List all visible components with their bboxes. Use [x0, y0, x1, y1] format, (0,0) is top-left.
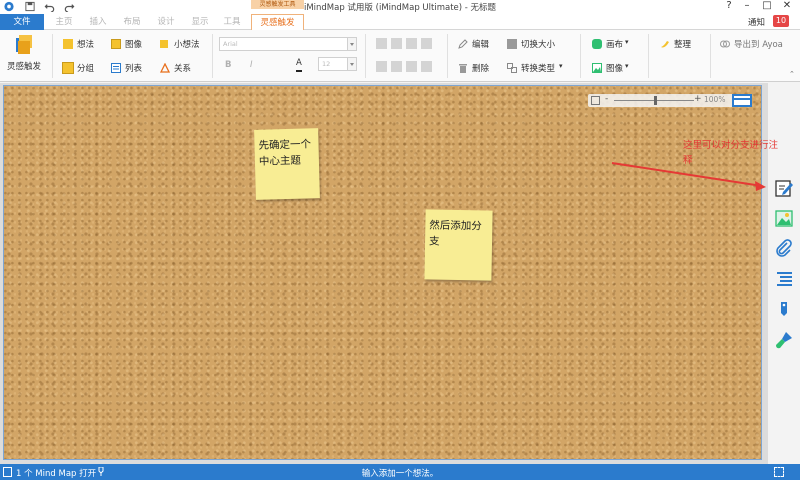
- list-label: 列表: [125, 64, 143, 74]
- shape-rect-icon[interactable]: [376, 61, 387, 72]
- status-hint: 输入添加一个想法。: [361, 469, 439, 479]
- small-idea-icon: [160, 40, 168, 48]
- minimize-button[interactable]: –: [740, 0, 754, 12]
- collapse-ribbon-icon[interactable]: ⌃: [789, 70, 795, 78]
- imindmap-window: 灵感触发工具 iMindMap 试用版 (iMindMap Ultimate) …: [0, 0, 800, 480]
- layout-view-icon[interactable]: [732, 94, 752, 107]
- canvas-frame: - + 100% 先确定一个中心主题 然后添加分支: [0, 83, 768, 464]
- corkboard-canvas[interactable]: - + 100% 先确定一个中心主题 然后添加分支: [3, 85, 762, 460]
- shape-cloud-icon[interactable]: [421, 61, 432, 72]
- bold-button[interactable]: B: [225, 60, 231, 74]
- maximize-button[interactable]: □: [760, 0, 774, 12]
- tab-insert[interactable]: 插入: [86, 14, 110, 30]
- image-idea-icon: [111, 39, 121, 49]
- ayoa-icon: [720, 40, 730, 48]
- task-list-icon[interactable]: [774, 269, 794, 289]
- convert-icon: [507, 63, 517, 73]
- notifications-badge[interactable]: 10: [773, 15, 789, 27]
- image-label: 图像: [125, 40, 143, 50]
- tab-brainstorm[interactable]: 灵感触发: [251, 14, 304, 31]
- help-button[interactable]: ?: [722, 0, 736, 12]
- fit-to-screen-icon[interactable]: [591, 96, 600, 105]
- font-color-button[interactable]: A: [296, 58, 302, 72]
- italic-button[interactable]: I: [250, 60, 253, 74]
- small-idea-label: 小想法: [174, 40, 200, 50]
- tag-icon[interactable]: [774, 299, 794, 319]
- organize-label: 整理: [674, 40, 692, 50]
- tab-file[interactable]: 文件: [0, 14, 44, 30]
- chevron-down-icon[interactable]: [347, 38, 356, 50]
- canvas-icon: [592, 39, 602, 49]
- font-size-value: 12: [322, 60, 331, 68]
- align-center-icon[interactable]: [391, 38, 402, 49]
- toggle-size-icon: [507, 39, 517, 49]
- zoom-slider-handle[interactable]: [654, 96, 657, 105]
- fullscreen-icon[interactable]: [774, 467, 784, 477]
- chevron-down-icon: ▾: [559, 62, 563, 70]
- sticky-notes-icon: [16, 35, 32, 54]
- zoom-in-button[interactable]: +: [694, 94, 702, 104]
- tab-layout[interactable]: 布局: [120, 14, 144, 30]
- align-left-icon[interactable]: [376, 38, 387, 49]
- pencil-icon: [458, 39, 468, 49]
- shape-ellipse-icon[interactable]: [406, 61, 417, 72]
- ribbon-divider: [648, 34, 649, 78]
- font-size-select[interactable]: 12: [318, 57, 357, 71]
- canvas-label: 画布: [606, 40, 624, 50]
- sticky-note[interactable]: 先确定一个中心主题: [254, 128, 320, 200]
- notifications-label[interactable]: 通知: [748, 16, 765, 28]
- ribbon-divider: [447, 34, 448, 78]
- chevron-down-icon: ▾: [625, 62, 629, 70]
- ribbon-divider: [580, 34, 581, 78]
- tab-design[interactable]: 设计: [154, 14, 178, 30]
- list-icon: [111, 63, 121, 73]
- tab-home[interactable]: 主页: [52, 14, 76, 30]
- window-title: iMindMap 试用版 (iMindMap Ultimate) - 无标题: [303, 3, 497, 13]
- paint-brush-icon[interactable]: [774, 330, 794, 350]
- toggle-size-label: 切换大小: [521, 40, 556, 50]
- align-justify-icon[interactable]: [421, 38, 432, 49]
- tab-tools[interactable]: 工具: [220, 14, 244, 30]
- annotation-text: 这里可以对分支进行注释: [683, 140, 779, 166]
- close-button[interactable]: ✕: [780, 0, 794, 12]
- notes-edit-icon[interactable]: [774, 178, 794, 198]
- export-ayoa-label: 导出到 Ayoa: [734, 40, 783, 50]
- ribbon-divider: [365, 34, 366, 78]
- ribbon-divider: [52, 34, 53, 78]
- chevron-down-icon[interactable]: [347, 58, 356, 70]
- image-icon[interactable]: [774, 208, 794, 228]
- convert-type-label: 转换类型: [521, 64, 556, 74]
- delete-label: 删除: [472, 64, 490, 74]
- zoom-out-button[interactable]: -: [605, 94, 608, 104]
- group-label: 分组: [77, 64, 95, 74]
- align-right-icon[interactable]: [406, 38, 417, 49]
- idea-label: 想法: [77, 40, 95, 50]
- relation-label: 关系: [174, 64, 192, 74]
- chevron-down-icon: ▾: [625, 38, 629, 46]
- title-bar: 灵感触发工具 iMindMap 试用版 (iMindMap Ultimate) …: [0, 0, 800, 14]
- brainstorm-button[interactable]: 灵感触发: [4, 34, 44, 78]
- attachment-icon[interactable]: [774, 238, 794, 258]
- ribbon: 灵感触发 想法 图像 小想法 分组 列表 关系 Arial B I A 12 编…: [0, 30, 800, 82]
- ribbon-divider: [212, 34, 213, 78]
- edit-label: 编辑: [472, 40, 490, 50]
- idea-icon: [63, 39, 73, 49]
- tab-view[interactable]: 显示: [188, 14, 212, 30]
- status-bar: 1 个 Mind Map 打开 输入添加一个想法。: [0, 464, 800, 480]
- font-name-value: Arial: [223, 40, 238, 48]
- zoom-level: 100%: [704, 95, 726, 104]
- brush-sweep-icon: [661, 41, 669, 48]
- relation-icon: [160, 63, 170, 73]
- shape-round-icon[interactable]: [391, 61, 402, 72]
- zoom-control[interactable]: - + 100%: [588, 94, 738, 107]
- image-menu-label: 图像: [606, 64, 624, 74]
- sticky-note[interactable]: 然后添加分支: [424, 209, 493, 281]
- trash-icon: [459, 64, 467, 73]
- ribbon-tab-row: 文件 主页 插入 布局 设计 显示 工具 灵感触发 通知 10: [0, 14, 800, 31]
- ribbon-divider: [710, 34, 711, 78]
- group-icon: [62, 62, 74, 74]
- brainstorm-button-label: 灵感触发: [7, 62, 42, 72]
- picture-icon: [592, 63, 602, 73]
- font-name-select[interactable]: Arial: [219, 37, 357, 51]
